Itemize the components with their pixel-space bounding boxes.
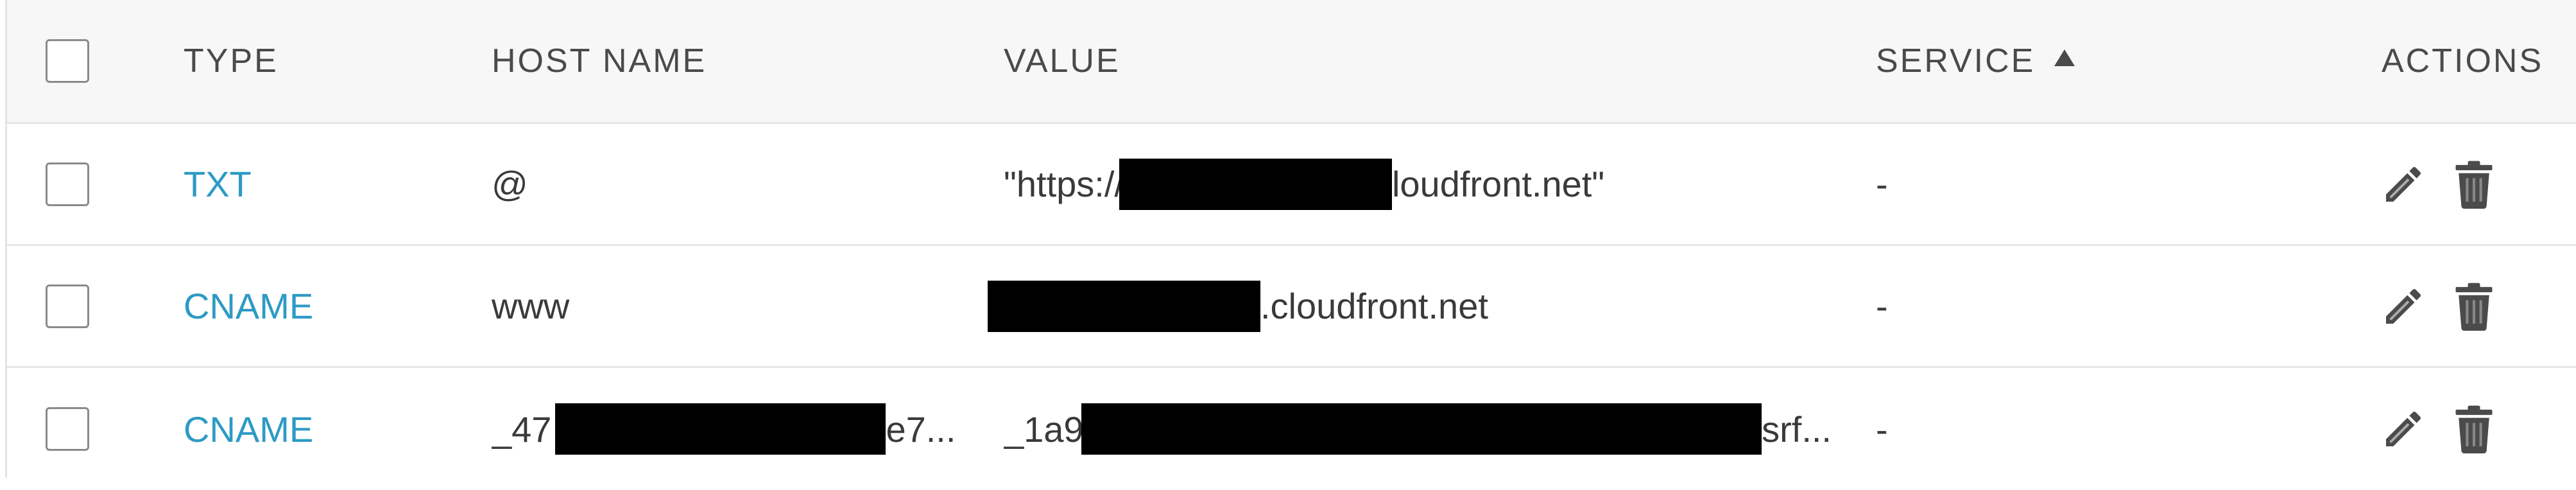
row-checkbox[interactable] — [46, 162, 89, 206]
column-header-host-name[interactable]: HOST NAME — [492, 0, 966, 122]
record-host-name-suffix: e7... — [886, 408, 956, 450]
column-header-service-label: SERVICE — [1876, 42, 2036, 80]
record-value: .cloudfront.net — [988, 246, 1816, 366]
record-actions — [2382, 124, 2574, 244]
record-host-name: _47 e7... — [492, 368, 966, 490]
record-value: "https:// loudfront.net" — [1004, 124, 1832, 244]
row-checkbox[interactable] — [46, 407, 89, 451]
table-header: TYPE HOST NAME VALUE SERVICE ACTIONS — [7, 0, 2576, 124]
trash-icon[interactable] — [2448, 277, 2500, 335]
sort-ascending-icon[interactable] — [2054, 49, 2075, 66]
record-host-name-prefix: _47 — [492, 408, 552, 450]
column-header-host-name-label: HOST NAME — [492, 42, 707, 80]
header-checkbox-cell — [46, 0, 97, 122]
record-value-suffix: srf... — [1762, 408, 1832, 450]
record-value-prefix: _1a9 — [1004, 408, 1084, 450]
table-row: TXT @ "https:// loudfront.net" - — [7, 124, 2576, 246]
dns-records-table: TYPE HOST NAME VALUE SERVICE ACTIONS TXT… — [5, 0, 2576, 478]
table-row: CNAME www .cloudfront.net - — [7, 246, 2576, 368]
record-actions — [2382, 368, 2574, 490]
column-header-value-label: VALUE — [1004, 42, 1121, 80]
table-row: CNAME _47 e7... _1a9 srf... - — [7, 368, 2576, 490]
redacted-block — [1119, 158, 1392, 210]
record-value: _1a9 srf... — [1004, 368, 1832, 490]
redacted-block — [988, 280, 1260, 332]
column-header-value[interactable]: VALUE — [1004, 0, 1832, 122]
record-actions — [2382, 246, 2574, 366]
row-checkbox-cell — [46, 124, 97, 244]
redacted-block — [555, 403, 886, 455]
trash-icon[interactable] — [2448, 400, 2500, 458]
record-service: - — [1876, 164, 1888, 204]
record-host-name: @ — [492, 164, 528, 204]
pencil-icon[interactable] — [2382, 400, 2429, 458]
record-type-link[interactable]: CNAME — [184, 368, 453, 490]
column-header-service[interactable]: SERVICE — [1876, 0, 2197, 122]
record-type-link[interactable]: TXT — [184, 124, 453, 244]
column-header-actions-label: ACTIONS — [2382, 42, 2544, 80]
pencil-icon[interactable] — [2382, 277, 2429, 335]
column-header-type-label: TYPE — [184, 42, 279, 80]
record-value-suffix: loudfront.net" — [1391, 164, 1605, 204]
select-all-checkbox[interactable] — [46, 39, 89, 83]
column-header-actions: ACTIONS — [2382, 0, 2574, 122]
trash-icon[interactable] — [2448, 155, 2500, 213]
column-header-type[interactable]: TYPE — [184, 0, 453, 122]
record-host-name: www — [492, 286, 570, 326]
record-value-prefix: "https:// — [1004, 164, 1124, 204]
record-service: - — [1876, 408, 1888, 450]
row-checkbox-cell — [46, 246, 97, 366]
record-type-link[interactable]: CNAME — [184, 246, 453, 366]
row-checkbox-cell — [46, 368, 97, 490]
record-value-suffix: .cloudfront.net — [1260, 286, 1488, 326]
pencil-icon[interactable] — [2382, 155, 2429, 213]
row-checkbox[interactable] — [46, 284, 89, 328]
redacted-block — [1081, 403, 1762, 455]
record-service: - — [1876, 286, 1888, 326]
